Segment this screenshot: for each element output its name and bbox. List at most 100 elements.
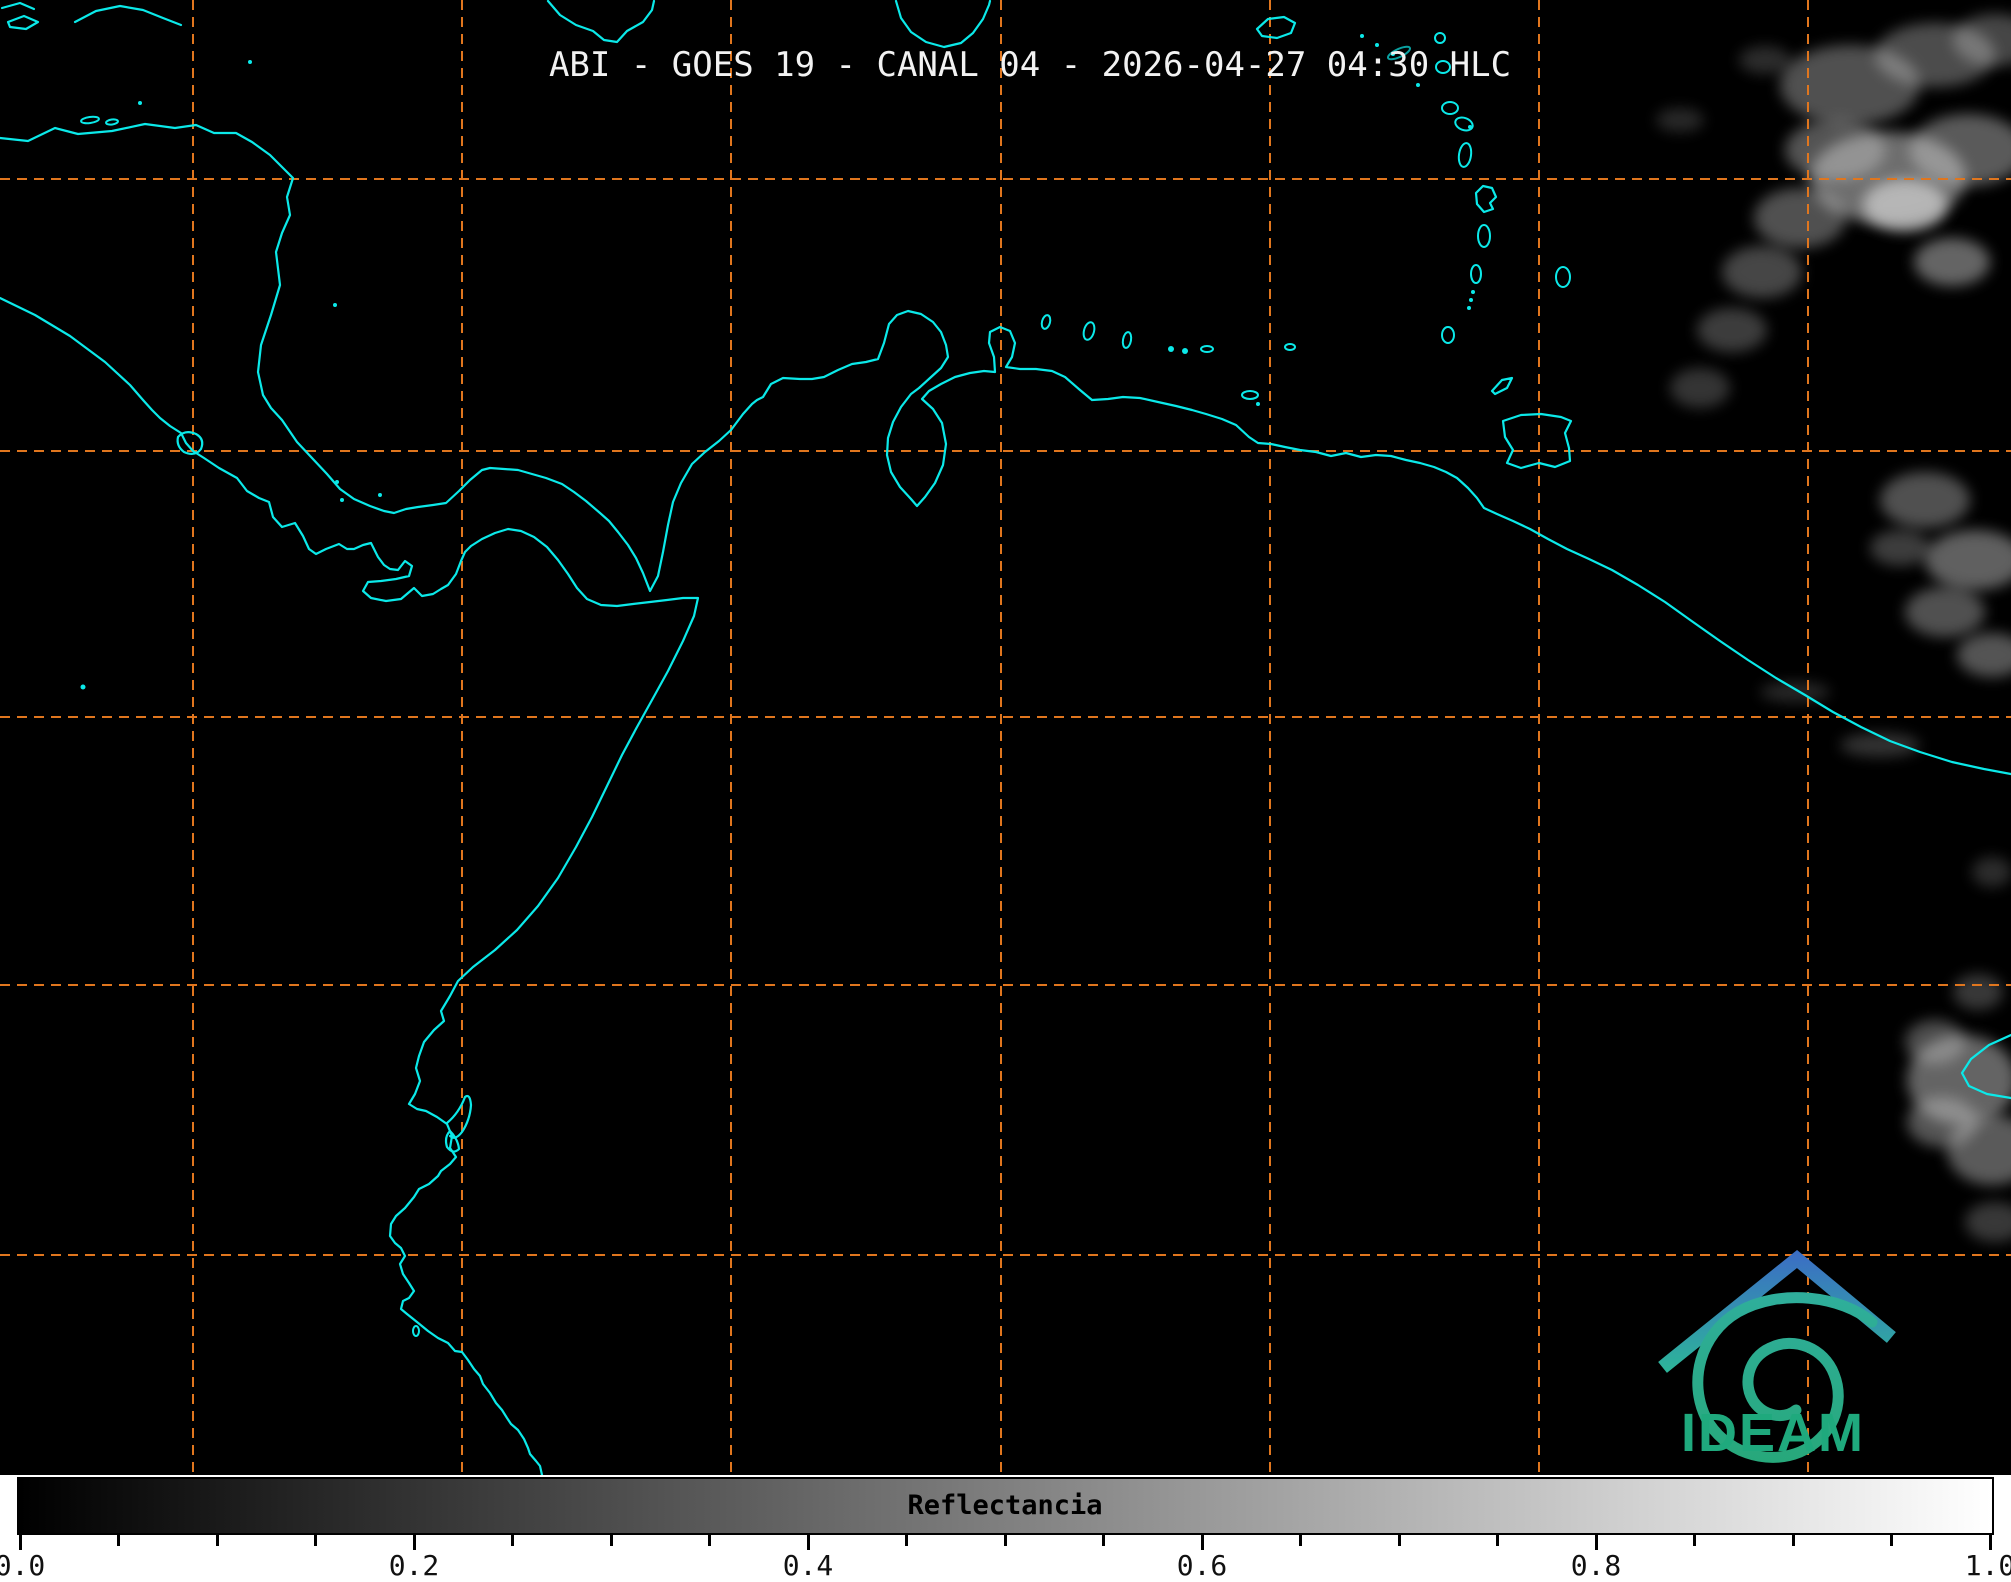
- island-outline: [1454, 116, 1474, 132]
- island-dot: [80, 684, 86, 690]
- coastline: [444, 1129, 461, 1153]
- island-dot: [378, 493, 382, 497]
- coastline: [546, 0, 656, 44]
- cloud-blob: [1722, 246, 1802, 298]
- island-dot: [1182, 348, 1188, 354]
- cloud-blob: [1870, 530, 1930, 566]
- colorbar-tick-minor: [314, 1535, 317, 1546]
- colorbar-tick-major: [1594, 1535, 1598, 1550]
- colorbar-tick-label: 0.6: [1176, 1549, 1228, 1582]
- coastline: [0, 296, 700, 1475]
- cloud-blob: [1907, 1097, 1977, 1147]
- colorbar-tick-major: [18, 1535, 22, 1550]
- colorbar-tick-minor: [1890, 1535, 1893, 1546]
- island-outline: [1200, 345, 1214, 353]
- colorbar-tick-minor: [708, 1535, 711, 1546]
- coastline: [0, 122, 2011, 776]
- cloud-blob: [1972, 857, 2011, 887]
- island-outline: [1284, 343, 1296, 351]
- coastline: [1501, 412, 1573, 470]
- colorbar-tick-label: 0.8: [1570, 1549, 1622, 1582]
- cloud-blob: [1760, 682, 1830, 702]
- cloud-blob: [1965, 1202, 2011, 1242]
- cloud-blob: [1880, 472, 1970, 528]
- island-outline: [1555, 266, 1571, 288]
- colorbar-tick-minor: [1791, 1535, 1795, 1546]
- satellite-viewer: { "header": { "title": "ABI - GOES 19 - …: [0, 0, 2011, 1582]
- cloud-blob: [1925, 530, 2011, 590]
- colorbar-tick-label: 1.0: [1964, 1549, 2011, 1582]
- image-title: ABI - GOES 19 - CANAL 04 - 2026-04-27 04…: [548, 45, 1512, 85]
- cloud-blob: [1957, 633, 2011, 677]
- colorbar-footer: Reflectancia 0.0 0.2 0.4 0.6 0.8 1.0: [0, 1475, 2011, 1582]
- island-outline: [1434, 32, 1446, 44]
- map-svg: [0, 0, 2011, 1475]
- cloud-blob: [1953, 974, 2003, 1010]
- island-outline: [1441, 101, 1459, 115]
- island-outline: [1441, 326, 1455, 344]
- coastline-layer: [0, 0, 2011, 1475]
- island-dot: [335, 480, 339, 484]
- island-outline: [412, 1325, 420, 1337]
- cloud-layer: [1656, 14, 2011, 1242]
- coastline: [1474, 184, 1498, 214]
- coastline: [894, 0, 992, 49]
- cloud-blob: [1697, 308, 1767, 352]
- island-dot: [1471, 290, 1475, 294]
- coastline: [0, 1, 36, 11]
- cloud-blob: [1785, 120, 1885, 180]
- colorbar-tick-label: 0.2: [388, 1549, 440, 1582]
- island-outline: [80, 115, 100, 125]
- colorbar-tick-minor: [1496, 1535, 1499, 1546]
- island-dot: [1468, 125, 1472, 129]
- island-dot: [340, 498, 344, 502]
- island-dot: [1168, 346, 1174, 352]
- island-dot: [1360, 34, 1364, 38]
- coastline: [1490, 376, 1514, 396]
- colorbar-tick-minor: [905, 1535, 908, 1546]
- colorbar-tick-major: [806, 1535, 810, 1550]
- colorbar-tick-minor: [117, 1535, 120, 1546]
- island-dot: [1256, 402, 1260, 406]
- ideam-logo-text: IDEAM: [1681, 1403, 1865, 1463]
- colorbar-tick-minor: [1397, 1535, 1401, 1546]
- satellite-map: ABI - GOES 19 - CANAL 04 - 2026-04-27 04…: [0, 0, 2011, 1475]
- cloud-blob: [1739, 46, 1791, 74]
- island-outline: [1040, 314, 1052, 330]
- colorbar-tick-minor: [609, 1535, 613, 1546]
- island-outline: [1477, 224, 1491, 248]
- colorbar-label: Reflectancia: [907, 1490, 1103, 1521]
- coastline: [73, 4, 183, 27]
- colorbar-tick-major: [1988, 1535, 1992, 1550]
- cloud-blob: [1905, 1020, 1965, 1064]
- island-outline: [1082, 321, 1096, 341]
- colorbar-tick-label: 0.4: [782, 1549, 834, 1582]
- island-outline: [1457, 142, 1473, 168]
- island-outline: [1241, 390, 1259, 400]
- island-dot: [333, 303, 337, 307]
- colorbar-tick-minor: [1003, 1535, 1007, 1546]
- coastline: [1255, 15, 1297, 40]
- colorbar-tick-minor: [511, 1535, 514, 1546]
- island-outline: [1470, 264, 1482, 284]
- island-outline: [1121, 331, 1133, 349]
- island-dot: [1469, 298, 1473, 302]
- colorbar-tick-major: [412, 1535, 416, 1550]
- coastline: [6, 14, 40, 31]
- colorbar-tick-minor: [1693, 1535, 1696, 1546]
- graticule-gridlines: [0, 0, 2011, 1475]
- island-outline: [105, 118, 119, 126]
- cloud-blob: [1670, 368, 1730, 408]
- island-dot: [248, 60, 252, 64]
- cloud-blob: [1754, 188, 1846, 248]
- cloud-blob: [1905, 587, 1985, 637]
- cloud-blob: [1656, 108, 1704, 132]
- colorbar-tick-minor: [215, 1535, 219, 1546]
- cloud-blob: [1914, 238, 1990, 286]
- colorbar-tick-minor: [1102, 1535, 1105, 1546]
- island-dot: [1467, 306, 1471, 310]
- cloud-blob: [1863, 179, 1947, 231]
- colorbar-tick-minor: [1299, 1535, 1302, 1546]
- colorbar-tick-major: [1200, 1535, 1204, 1550]
- island-dot: [138, 101, 142, 105]
